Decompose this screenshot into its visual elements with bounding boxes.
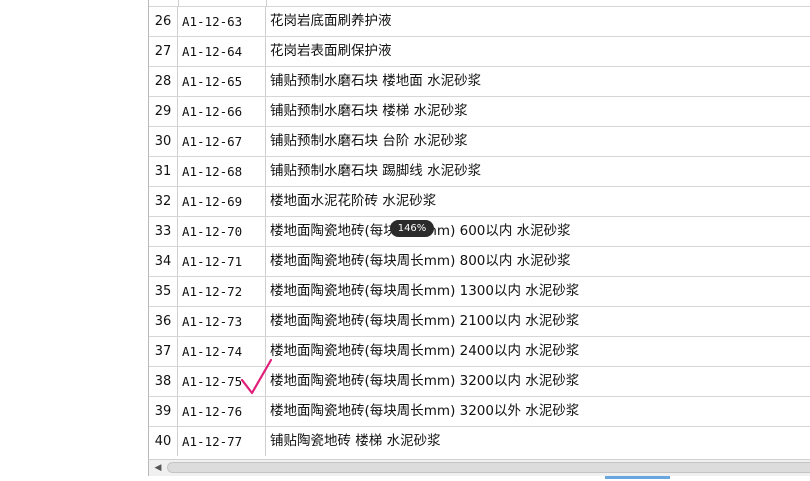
- quota-name: 花岗岩表面刷保护液: [270, 43, 392, 59]
- quota-name: 楼地面陶瓷地砖(每块周长mm) 2100以内 水泥砂浆: [270, 313, 580, 329]
- row-number: 39: [149, 397, 178, 426]
- table-row[interactable]: 32 A1-12-69 楼地面水泥花阶砖 水泥砂浆: [149, 187, 810, 217]
- row-number: 29: [149, 97, 178, 126]
- horizontal-scrollbar[interactable]: ◀: [148, 459, 810, 476]
- quota-code: A1-12-72: [179, 277, 266, 306]
- table-row[interactable]: 26 A1-12-63 花岗岩底面刷养护液: [149, 7, 810, 37]
- quota-name: 楼地面陶瓷地砖(每块周长mm) 1300以内 水泥砂浆: [270, 283, 580, 299]
- quota-code: A1-12-64: [179, 37, 266, 66]
- table-row[interactable]: 31 A1-12-68 铺贴预制水磨石块 踢脚线 水泥砂浆: [149, 157, 810, 187]
- row-number: 37: [149, 337, 178, 366]
- quota-code: A1-12-66: [179, 97, 266, 126]
- row-number: 28: [149, 67, 178, 96]
- scroll-thumb[interactable]: [167, 462, 810, 473]
- table-row[interactable]: 40 A1-12-77 铺贴陶瓷地砖 楼梯 水泥砂浆: [149, 427, 810, 457]
- quota-code: A1-12-76: [179, 397, 266, 426]
- quota-name: 楼地面水泥花阶砖 水泥砂浆: [270, 193, 437, 209]
- quota-name: 楼地面陶瓷地砖(每块周长mm) 3200以外 水泥砂浆: [270, 403, 580, 419]
- quota-name: 花岗岩底面刷养护液: [270, 13, 392, 29]
- row-number: 26: [149, 7, 178, 36]
- quota-code: A1-12-63: [179, 7, 266, 36]
- quota-name: 铺贴预制水磨石块 踢脚线 水泥砂浆: [270, 163, 482, 179]
- table-row[interactable]: 30 A1-12-67 铺贴预制水磨石块 台阶 水泥砂浆: [149, 127, 810, 157]
- quota-code: A1-12-73: [179, 307, 266, 336]
- quota-name: 铺贴预制水磨石块 楼梯 水泥砂浆: [270, 103, 468, 119]
- quota-code: A1-12-65: [179, 67, 266, 96]
- quota-code: A1-12-71: [179, 247, 266, 276]
- row-number: 34: [149, 247, 178, 276]
- quota-name: 铺贴预制水磨石块 楼地面 水泥砂浆: [270, 73, 482, 89]
- zoom-level-badge: 146%: [390, 220, 434, 237]
- table-row[interactable]: 35 A1-12-72 楼地面陶瓷地砖(每块周长mm) 1300以内 水泥砂浆: [149, 277, 810, 307]
- scroll-left-arrow-icon[interactable]: ◀: [152, 462, 164, 474]
- table-row[interactable]: 27 A1-12-64 花岗岩表面刷保护液: [149, 37, 810, 67]
- table-row[interactable]: 34 A1-12-71 楼地面陶瓷地砖(每块周长mm) 800以内 水泥砂浆: [149, 247, 810, 277]
- table-row[interactable]: 33 A1-12-70 楼地面陶瓷地砖(每块周长mm) 600以内 水泥砂浆: [149, 217, 810, 247]
- quota-name: 铺贴预制水磨石块 台阶 水泥砂浆: [270, 133, 468, 149]
- table-row[interactable]: 36 A1-12-73 楼地面陶瓷地砖(每块周长mm) 2100以内 水泥砂浆: [149, 307, 810, 337]
- quota-code: A1-12-68: [179, 157, 266, 186]
- quota-name: 铺贴陶瓷地砖 楼梯 水泥砂浆: [270, 433, 441, 449]
- bottom-accent-bar: [605, 476, 670, 479]
- row-number: 35: [149, 277, 178, 306]
- row-number: 32: [149, 187, 178, 216]
- checkmark-icon: [240, 358, 273, 395]
- table-row[interactable]: 28 A1-12-65 铺贴预制水磨石块 楼地面 水泥砂浆: [149, 67, 810, 97]
- row-number: 40: [149, 427, 178, 456]
- quota-code: A1-12-67: [179, 127, 266, 156]
- row-number: 27: [149, 37, 178, 66]
- quota-name: 楼地面陶瓷地砖(每块周长mm) 600以内 水泥砂浆: [270, 223, 571, 239]
- quota-name: 楼地面陶瓷地砖(每块周长mm) 3200以内 水泥砂浆: [270, 373, 580, 389]
- row-number: 33: [149, 217, 178, 246]
- table-row[interactable]: 29 A1-12-66 铺贴预制水磨石块 楼梯 水泥砂浆: [149, 97, 810, 127]
- partial-top-row: [149, 0, 810, 7]
- quota-code: A1-12-69: [179, 187, 266, 216]
- table-row[interactable]: 39 A1-12-76 楼地面陶瓷地砖(每块周长mm) 3200以外 水泥砂浆: [149, 397, 810, 427]
- quota-code: A1-12-70: [179, 217, 266, 246]
- quota-name: 楼地面陶瓷地砖(每块周长mm) 800以内 水泥砂浆: [270, 253, 571, 269]
- left-blank-area: [0, 0, 148, 481]
- row-number: 31: [149, 157, 178, 186]
- quota-name: 楼地面陶瓷地砖(每块周长mm) 2400以内 水泥砂浆: [270, 343, 580, 359]
- row-number: 38: [149, 367, 178, 396]
- row-number: 36: [149, 307, 178, 336]
- quota-code: A1-12-77: [179, 427, 266, 456]
- row-number: 30: [149, 127, 178, 156]
